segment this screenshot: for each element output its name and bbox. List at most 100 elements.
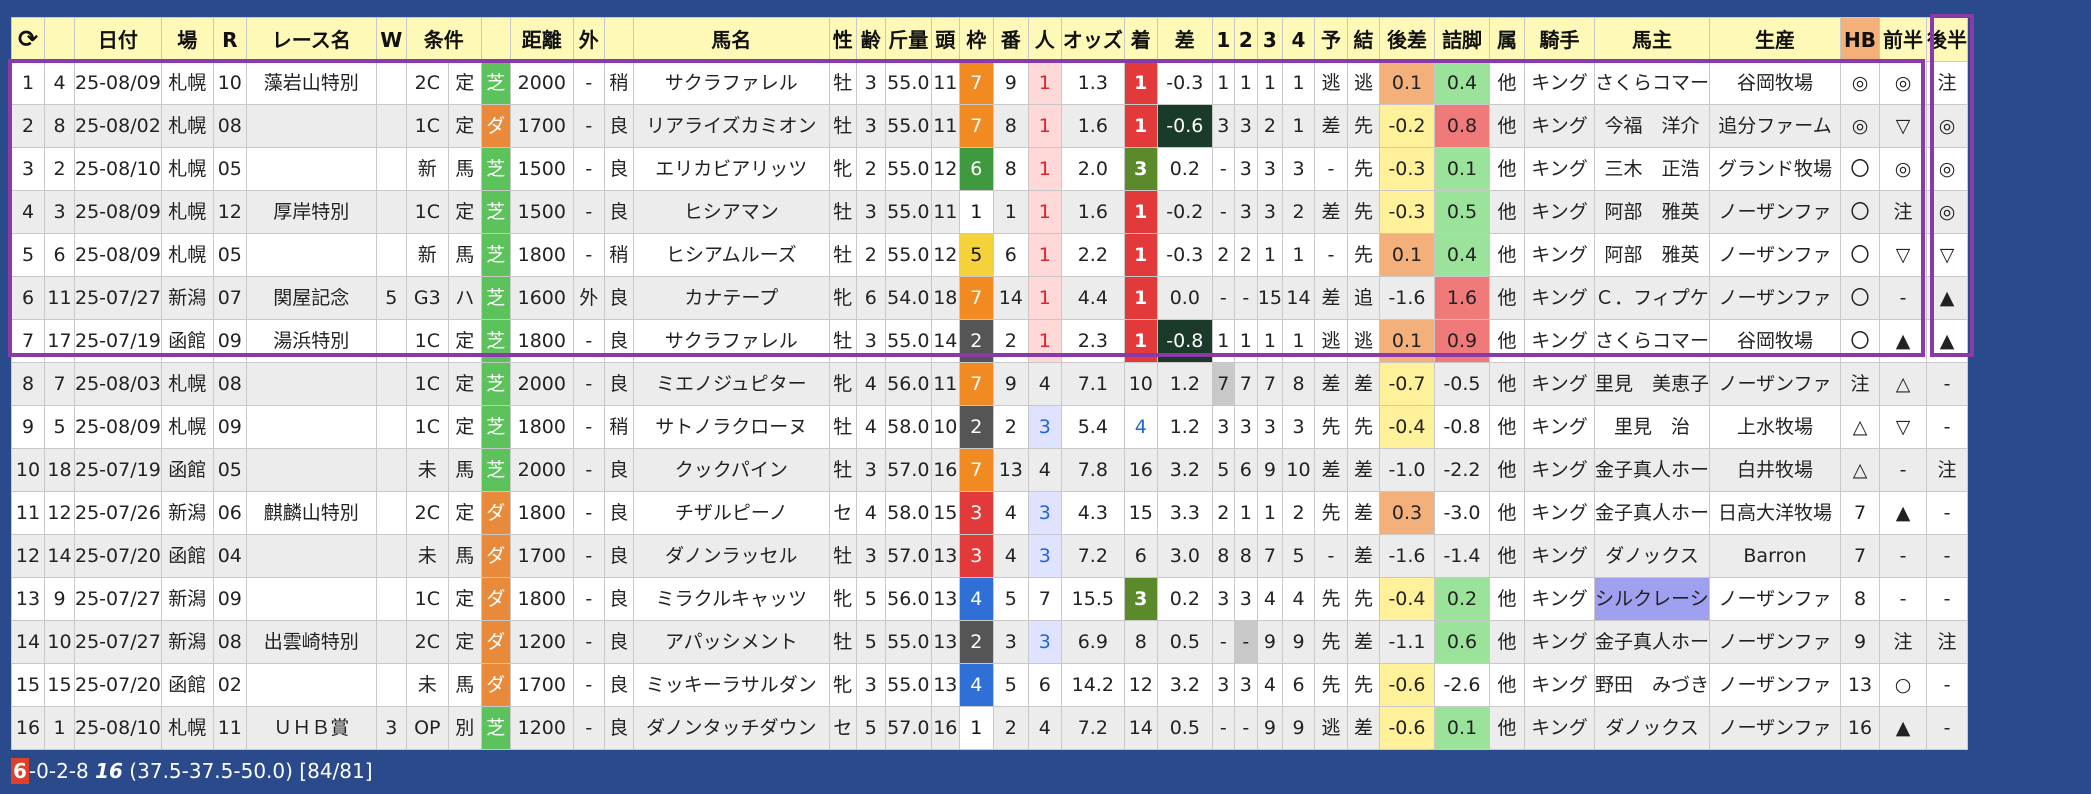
table-row[interactable]: 16 1 25-08/10 札幌 11 ＵＨＢ賞 3 OP 別芝 1200- 良ダノンタッチダウンセ…: [11, 706, 1968, 750]
col-header-surf[interactable]: [480, 17, 511, 62]
col-header-zoku[interactable]: 属: [1488, 17, 1525, 62]
col-header-breeder[interactable]: 生産: [1709, 17, 1841, 62]
horse-name-cell[interactable]: サクラファレル: [632, 61, 830, 105]
race-date-cell: 25-07/20: [74, 534, 162, 578]
table-row[interactable]: 8 7 25-08/03 札幌 08 1C 定芝 2000- 良ミエノジュピター牝 4 56.0 11…: [11, 362, 1968, 406]
horse-name-cell[interactable]: サクラファレル: [632, 319, 830, 363]
col-header-waku[interactable]: 枠: [958, 17, 994, 62]
horse-number-cell: 2: [992, 706, 1029, 750]
horse-name-cell[interactable]: クックパイン: [632, 448, 830, 492]
col-header-c3[interactable]: 3: [1256, 17, 1283, 62]
corner-4-cell: 10: [1281, 448, 1315, 492]
col-header-fin[interactable]: 着: [1123, 17, 1158, 62]
table-row[interactable]: 10 18 25-07/19 函館 05 未馬芝 2000- 良クックパイン牡 3 57.0 16 7…: [11, 448, 1968, 492]
hb-mark-cell: 〇: [1840, 233, 1880, 277]
race-no-cell: 08: [212, 104, 247, 148]
row-number-cell: 15: [11, 663, 45, 707]
col-header-dist[interactable]: 距離: [509, 17, 574, 62]
col-header-odds[interactable]: オッズ: [1060, 17, 1125, 62]
horse-name-cell[interactable]: ダノンラッセル: [632, 534, 830, 578]
col-header-ban[interactable]: 番: [992, 17, 1029, 62]
horse-name-cell[interactable]: サトノラクローヌ: [632, 405, 830, 449]
col-header-out[interactable]: 外: [572, 17, 605, 62]
col-header-tsume[interactable]: 詰脚: [1433, 17, 1490, 62]
table-row[interactable]: 12 14 25-07/20 函館 04 未馬ダ 1700- 良ダノンラッセル牡 3 57.0 13…: [11, 534, 1968, 578]
owner-cell: さくらコマー: [1593, 319, 1711, 363]
corner-1-cell: 1: [1211, 319, 1235, 363]
table-row[interactable]: 2 8 25-08/02 札幌 08 1C 定ダ 1700- 良リアライズカミオン牡 3 55.0 1…: [11, 104, 1968, 148]
col-header-atosa[interactable]: 後差: [1378, 17, 1435, 62]
col-header-sex[interactable]: 性: [828, 17, 857, 62]
first-half-mark-cell: ▽: [1879, 405, 1927, 449]
col-header-track[interactable]: [603, 17, 634, 62]
col-header-heads[interactable]: 頭: [930, 17, 960, 62]
horse-name-cell[interactable]: チザルピーノ: [632, 491, 830, 535]
owner-cell: ダノックス: [1593, 706, 1711, 750]
col-header-race[interactable]: レース名: [245, 17, 377, 62]
col-header-zen[interactable]: 前半: [1879, 17, 1927, 62]
refresh-button[interactable]: ⟳: [11, 17, 45, 62]
predicted-style-cell: 差: [1313, 276, 1348, 320]
condition-cell: 定: [447, 577, 482, 621]
table-row[interactable]: 3 2 25-08/10 札幌 05 新馬芝 1500- 良エリカビアリッツ牝 2 55.0 12 6…: [11, 147, 1968, 191]
age-cell: 3: [855, 190, 886, 234]
corner-4-cell: 1: [1281, 104, 1315, 148]
col-header-pred[interactable]: 予: [1313, 17, 1348, 62]
popularity-cell: 1: [1027, 104, 1062, 148]
second-half-mark-cell: -: [1926, 362, 1968, 406]
owner-cell: シルクレーシ: [1593, 577, 1711, 621]
field-size-cell: 11: [930, 362, 960, 406]
horse-name-cell[interactable]: ミエノジュピター: [632, 362, 830, 406]
class-cell: OP: [405, 706, 449, 750]
race-date-cell: 25-08/09: [74, 405, 162, 449]
odds-cell: 4.3: [1060, 491, 1125, 535]
horse-name-cell[interactable]: ダノンタッチダウン: [632, 706, 830, 750]
carried-weight-cell: 58.0: [884, 491, 932, 535]
col-header-w[interactable]: W: [375, 17, 407, 62]
col-header-place[interactable]: 場: [160, 17, 214, 62]
horse-name-cell[interactable]: エリカビアリッツ: [632, 147, 830, 191]
col-header-c4[interactable]: 4: [1281, 17, 1315, 62]
col-header-hb[interactable]: HB: [1840, 17, 1880, 62]
horse-name-cell[interactable]: カナテープ: [632, 276, 830, 320]
col-header-kou[interactable]: 後半: [1926, 17, 1968, 62]
table-row[interactable]: 15 15 25-07/20 函館 02 未馬ダ 1700- 良ミッキーラサルダン牝 3 55.0…: [11, 663, 1968, 707]
table-row[interactable]: 13 9 25-07/27 新潟 09 1C 定ダ 1800- 良ミラクルキャッツ牝 5 56.0 1…: [11, 577, 1968, 621]
horse-name-cell[interactable]: ヒシアムルーズ: [632, 233, 830, 277]
col-header-cond[interactable]: 条件: [405, 17, 482, 62]
second-half-mark-cell: ◎: [1926, 147, 1968, 191]
table-row[interactable]: 11 12 25-07/26 新潟 06 麒麟山特別 2C 定ダ 1800- 良チザルピーノセ 4 5…: [11, 491, 1968, 535]
table-row[interactable]: 1 4 25-08/09 札幌 10 藻岩山特別 2C 定芝 2000- 稍サクラファレル牡 3 55…: [11, 61, 1968, 105]
col-header-r[interactable]: R: [212, 17, 247, 62]
condition-cell: 定: [447, 620, 482, 664]
horse-name-cell[interactable]: ヒシアマン: [632, 190, 830, 234]
weight-class-cell: 5: [375, 276, 407, 320]
horse-name-cell[interactable]: アパッシメント: [632, 620, 830, 664]
horse-name-cell[interactable]: ミッキーラサルダン: [632, 663, 830, 707]
venue-cell: 札幌: [160, 61, 214, 105]
col-header-res[interactable]: 結: [1346, 17, 1380, 62]
horse-name-cell[interactable]: リアライズカミオン: [632, 104, 830, 148]
table-row[interactable]: 7 17 25-07/19 函館 09 湯浜特別 1C 定芝 1800- 良サクラファレル牡 3 55…: [11, 319, 1968, 363]
table-row[interactable]: 4 3 25-08/09 札幌 12 厚岸特別 1C 定芝 1500- 良ヒシアマン牡 3 55.0 1…: [11, 190, 1968, 234]
horse-name-cell[interactable]: ミラクルキャッツ: [632, 577, 830, 621]
col-header-age[interactable]: 齢: [855, 17, 886, 62]
table-row[interactable]: 6 11 25-07/27 新潟 07 関屋記念 5 G3 ハ芝 1600 外良カナテープ牝 6 54.…: [11, 276, 1968, 320]
race-no-cell: 05: [212, 147, 247, 191]
col-header-owner[interactable]: 馬主: [1593, 17, 1711, 62]
predicted-style-cell: 差: [1313, 362, 1348, 406]
col-header-a[interactable]: [44, 17, 75, 62]
col-header-date[interactable]: 日付: [74, 17, 162, 62]
table-row[interactable]: 14 10 25-07/27 新潟 08 出雲崎特別 2C 定ダ 1200- 良アパッシメント牡 5…: [11, 620, 1968, 664]
col-header-diff[interactable]: 差: [1156, 17, 1213, 62]
col-header-pop[interactable]: 人: [1027, 17, 1062, 62]
col-header-c2[interactable]: 2: [1233, 17, 1258, 62]
table-row[interactable]: 5 6 25-08/09 札幌 05 新馬芝 1800- 稍ヒシアムルーズ牡 2 55.0 12 5 6…: [11, 233, 1968, 277]
col-header-jockey[interactable]: 騎手: [1523, 17, 1595, 62]
col-header-horse[interactable]: 馬名: [632, 17, 830, 62]
col-header-kin[interactable]: 斤量: [884, 17, 932, 62]
table-row[interactable]: 9 5 25-08/09 札幌 09 1C 定芝 1800- 稍サトノラクローヌ牡 4 58.0 10…: [11, 405, 1968, 449]
col-header-c1[interactable]: 1: [1211, 17, 1235, 62]
class-cell: 1C: [405, 190, 449, 234]
late-diff-cell: 0.3: [1378, 491, 1435, 535]
